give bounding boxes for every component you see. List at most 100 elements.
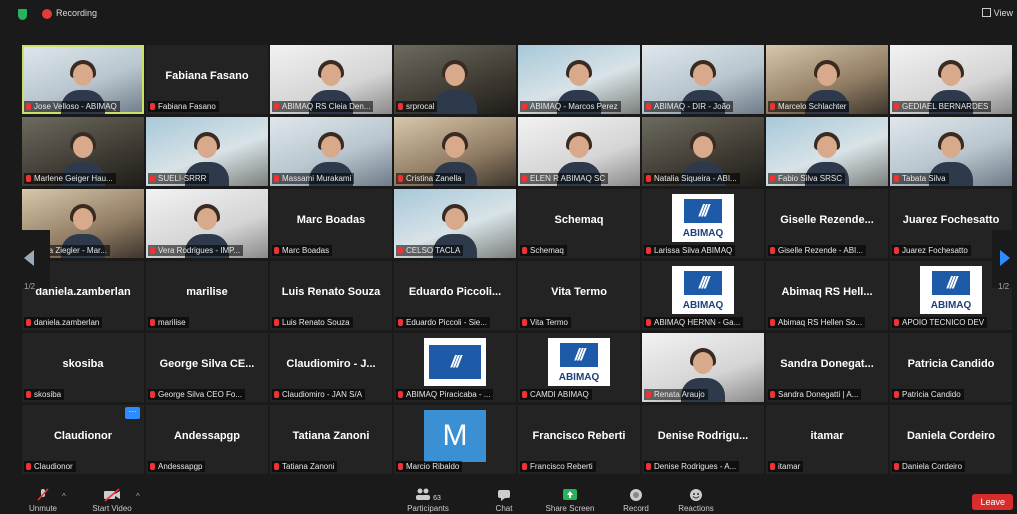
start-video-button[interactable]: Start Video (90, 488, 134, 513)
participant-tile[interactable]: ABIMAQ - DIR - João (642, 45, 764, 114)
participant-name-label: Daniela Cordeiro (892, 461, 966, 472)
page-indicator-right: 1/2 (998, 282, 1010, 291)
participant-tile[interactable]: Vera Rodrigues - IMP... (146, 189, 268, 258)
participant-name-label: Tatiana Zanoni (272, 461, 338, 472)
participant-name-label: srprocal (396, 101, 438, 112)
previous-page-button[interactable]: 1/2 (22, 230, 50, 291)
participant-name-label: marilise (148, 317, 189, 328)
leave-button[interactable]: Leave (972, 494, 1013, 510)
gallery-grid: Jose Velloso - ABIMAQ Fabiana Fasano Fabia… (22, 45, 1012, 474)
next-page-button[interactable]: 1/2 (992, 230, 1014, 291)
muted-mic-icon (26, 319, 31, 326)
participant-name: CAMDI ABIMAQ (530, 390, 589, 399)
share-screen-button[interactable]: Share Screen (540, 488, 600, 513)
participant-name-label: Giselle Rezende - ABI... (768, 245, 866, 256)
muted-mic-icon (894, 175, 899, 182)
participant-tile[interactable]: /// ABIMAQ Larissa Silva ABIMAQ (642, 189, 764, 258)
participant-tile[interactable]: SUELI-SRRR (146, 117, 268, 186)
participant-name: Daniela Cordeiro (902, 462, 963, 471)
chat-button[interactable]: Chat (486, 488, 522, 513)
participant-tile[interactable]: Claudiomiro - J... Claudiomiro - JAN S/A (270, 333, 392, 402)
participant-tile[interactable]: Abimaq RS Hell... Abimaq RS Hellen So... (766, 261, 888, 330)
muted-mic-icon (150, 319, 155, 326)
participant-tile[interactable]: ABIMAQ RS Cleia Den... (270, 45, 392, 114)
meeting-toolbar: Unmute ^ Start Video ^ 63 Participants C… (0, 486, 1017, 514)
participant-display-name: Francisco Reberti (532, 430, 626, 442)
participant-display-name: Patricia Candido (907, 358, 995, 370)
piracicaba-logo-mark-icon: /// (429, 345, 481, 379)
participant-tile[interactable]: Marc Boadas Marc Boadas (270, 189, 392, 258)
participant-name-label: ABIMAQ - DIR - João (644, 101, 734, 112)
participant-tile[interactable]: Massami Murakami (270, 117, 392, 186)
record-button[interactable]: Record (618, 488, 654, 513)
participant-tile[interactable]: Schemaq Schemaq (518, 189, 640, 258)
more-options-icon[interactable]: ··· (125, 407, 140, 419)
participant-tile[interactable]: Patricia Candido Patricia Candido (890, 333, 1012, 402)
participant-name-label: skosiba (24, 389, 65, 400)
muted-mic-icon (770, 463, 775, 470)
participant-tile[interactable]: Denise Rodrigu... Denise Rodrigues - A... (642, 405, 764, 474)
participant-tile[interactable]: /// ABIMAQ Piracicaba - ... (394, 333, 516, 402)
participant-name: Claudionor (34, 462, 73, 471)
participant-tile[interactable]: Natalia Siqueira - ABI... (642, 117, 764, 186)
participant-tile[interactable]: skosiba skosiba (22, 333, 144, 402)
participant-display-name: Luis Renato Souza (281, 286, 381, 298)
participant-tile[interactable]: marilise marilise (146, 261, 268, 330)
participant-name: marilise (158, 318, 186, 327)
participant-tile[interactable]: ELEN R ABIMAQ SC (518, 117, 640, 186)
participant-tile[interactable]: Daniela Cordeiro Daniela Cordeiro (890, 405, 1012, 474)
participant-tile[interactable]: Claudionor ··· Claudionor (22, 405, 144, 474)
participant-tile[interactable]: Cristina Zanella (394, 117, 516, 186)
abimaq-logo-mark-icon: /// (560, 343, 598, 367)
participant-tile[interactable]: M Marcio Ribaldo (394, 405, 516, 474)
muted-mic-icon (894, 319, 899, 326)
participant-tile[interactable]: Vita Termo Vita Termo (518, 261, 640, 330)
unmute-button[interactable]: Unmute (26, 488, 60, 513)
recording-icon (42, 9, 52, 19)
participant-tile[interactable]: Luis Renato Souza Luis Renato Souza (270, 261, 392, 330)
muted-mic-icon (522, 175, 527, 182)
participant-tile[interactable]: Marlene Geiger Hau... (22, 117, 144, 186)
participant-name: Denise Rodrigues - A... (654, 462, 737, 471)
participant-tile[interactable]: ABIMAQ - Marcos Perez (518, 45, 640, 114)
participant-tile[interactable]: Fabiana Fasano Fabiana Fasano (146, 45, 268, 114)
participant-tile[interactable]: GEDIAEL BERNARDES (890, 45, 1012, 114)
grid-view-icon (981, 8, 991, 17)
participant-tile[interactable]: Eduardo Piccoli... Eduardo Piccoli - Sie.… (394, 261, 516, 330)
participant-tile[interactable]: Andessapgp Andessapgp (146, 405, 268, 474)
security-shield-icon[interactable] (18, 9, 27, 20)
participant-tile[interactable]: Francisco Reberti Francisco Reberti (518, 405, 640, 474)
participant-tile[interactable]: /// ABIMAQ ABIMAQ HERNN - Ga... (642, 261, 764, 330)
reactions-button[interactable]: Reactions (674, 488, 718, 513)
participant-tile[interactable]: Marcelo Schlachter (766, 45, 888, 114)
muted-mic-icon (522, 319, 527, 326)
participant-name-label: Claudionor (24, 461, 76, 472)
participant-tile[interactable]: Fabio Silva SRSC (766, 117, 888, 186)
participant-name-label: Tabata Silva (892, 173, 949, 184)
participant-tile[interactable]: Tatiana Zanoni Tatiana Zanoni (270, 405, 392, 474)
participant-tile[interactable]: CELSO TACLA (394, 189, 516, 258)
participant-tile[interactable]: Giselle Rezende... Giselle Rezende - ABI.… (766, 189, 888, 258)
muted-mic-icon (398, 175, 403, 182)
participant-name-label: Juarez Fochesatto (892, 245, 971, 256)
participant-name-label: ABIMAQ - Marcos Perez (520, 101, 621, 112)
participant-tile[interactable]: itamar itamar (766, 405, 888, 474)
view-button[interactable]: View (981, 8, 1013, 18)
participant-name-label: ABIMAQ HERNN - Ga... (644, 317, 744, 328)
audio-options-caret-icon[interactable]: ^ (62, 492, 66, 501)
participant-tile[interactable]: Jose Velloso - ABIMAQ (22, 45, 144, 114)
participant-name: ELEN R ABIMAQ SC (530, 174, 606, 183)
participant-tile[interactable]: /// ABIMAQ CAMDI ABIMAQ (518, 333, 640, 402)
participant-display-name: Giselle Rezende... (780, 214, 874, 226)
muted-mic-icon (522, 391, 527, 398)
participant-name-label: ABIMAQ RS Cleia Den... (272, 101, 374, 112)
participant-tile[interactable]: srprocal (394, 45, 516, 114)
video-options-caret-icon[interactable]: ^ (136, 492, 140, 501)
participant-name: ABIMAQ - DIR - João (654, 102, 731, 111)
participants-button[interactable]: 63 Participants (400, 488, 456, 513)
participant-tile[interactable]: Sandra Donegat... Sandra Donegatti | A... (766, 333, 888, 402)
participant-name-label: Marlene Geiger Hau... (24, 173, 116, 184)
participant-tile[interactable]: Renata Araujo (642, 333, 764, 402)
participant-tile[interactable]: George Silva CE... George Silva CEO Fo... (146, 333, 268, 402)
participant-tile[interactable]: Tabata Silva (890, 117, 1012, 186)
